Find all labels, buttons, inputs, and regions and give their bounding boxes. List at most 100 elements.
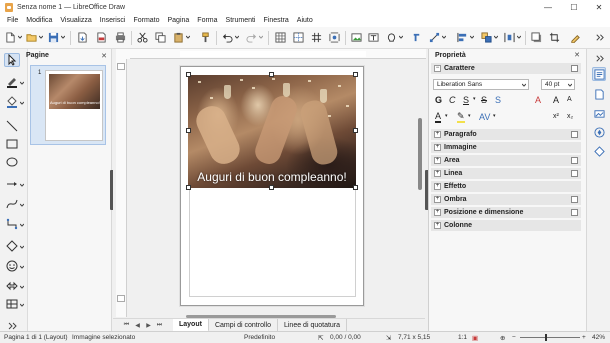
section-immagine[interactable]: + Immagine bbox=[431, 142, 581, 153]
italic-icon[interactable]: C bbox=[449, 95, 456, 105]
minimize-button[interactable]: — bbox=[535, 0, 561, 14]
chevron-down-icon[interactable] bbox=[568, 83, 572, 87]
expand-icon[interactable]: + bbox=[434, 196, 441, 203]
chevron-down-icon[interactable] bbox=[20, 245, 24, 249]
resize-handle[interactable] bbox=[186, 128, 191, 133]
display-grid-icon[interactable] bbox=[274, 31, 287, 44]
menu-visualizza[interactable]: Visualizza bbox=[56, 17, 95, 24]
expand-icon[interactable]: + bbox=[434, 170, 441, 177]
ellipse-tool-icon[interactable] bbox=[4, 155, 20, 169]
zoom-pan-icon[interactable] bbox=[328, 31, 341, 44]
close-button[interactable]: ✕ bbox=[586, 0, 610, 14]
zoom-out-icon[interactable]: − bbox=[512, 334, 516, 341]
chevron-down-icon[interactable] bbox=[18, 35, 22, 39]
navigator-deck-icon[interactable] bbox=[592, 125, 606, 139]
resize-handle[interactable] bbox=[186, 72, 191, 77]
shadow-text-icon[interactable]: S bbox=[495, 95, 501, 105]
highlight-color-icon[interactable]: ✎ bbox=[457, 112, 465, 123]
block-arrows-icon[interactable] bbox=[4, 279, 20, 293]
chevron-down-icon[interactable]: ▾ bbox=[493, 113, 496, 119]
chevron-down-icon[interactable] bbox=[61, 35, 65, 39]
section-colonne[interactable]: + Colonne bbox=[431, 220, 581, 231]
export-icon[interactable] bbox=[76, 31, 89, 44]
curve-tool-icon[interactable] bbox=[4, 197, 20, 211]
chevron-down-icon[interactable] bbox=[20, 203, 24, 207]
zoom-slider-thumb[interactable] bbox=[545, 334, 547, 341]
chevron-down-icon[interactable] bbox=[20, 101, 24, 105]
more-toolbar-icon[interactable] bbox=[593, 31, 606, 44]
insert-fontwork-icon[interactable] bbox=[410, 31, 423, 44]
insert-special-character-icon[interactable] bbox=[385, 31, 398, 44]
more-options-icon[interactable] bbox=[571, 131, 578, 138]
more-options-icon[interactable] bbox=[571, 170, 578, 177]
expand-icon[interactable]: + bbox=[434, 131, 441, 138]
clear-formatting-icon[interactable]: A bbox=[535, 95, 541, 105]
clone-formatting-icon[interactable] bbox=[199, 31, 212, 44]
ruler-bottom-marker[interactable] bbox=[117, 295, 125, 302]
horizontal-ruler[interactable] bbox=[130, 49, 426, 59]
tab-campi-di-controllo[interactable]: Campi di controllo bbox=[209, 318, 278, 332]
page-deck-icon[interactable] bbox=[592, 87, 606, 101]
menu-finestra[interactable]: Finestra bbox=[260, 17, 293, 24]
fill-color-icon[interactable] bbox=[4, 95, 20, 109]
menu-inserisci[interactable]: Inserisci bbox=[96, 17, 130, 24]
expand-icon[interactable]: + bbox=[434, 183, 441, 190]
section-effetto[interactable]: + Effetto bbox=[431, 181, 581, 192]
line-tool-icon[interactable] bbox=[4, 119, 20, 133]
section-ombra[interactable]: + Ombra bbox=[431, 194, 581, 205]
layout-status[interactable]: Predefinito bbox=[244, 334, 275, 341]
chevron-down-icon[interactable]: ▾ bbox=[473, 96, 476, 102]
undo-icon[interactable] bbox=[221, 31, 234, 44]
flowchart-icon[interactable] bbox=[4, 297, 20, 311]
decrease-font-icon[interactable]: A bbox=[567, 96, 572, 103]
chevron-down-icon[interactable] bbox=[517, 35, 521, 39]
menu-strumenti[interactable]: Strumenti bbox=[222, 17, 260, 24]
show-draw-functions-icon[interactable] bbox=[569, 31, 582, 44]
zoom-in-icon[interactable]: + bbox=[582, 334, 586, 341]
chevron-down-icon[interactable] bbox=[494, 35, 498, 39]
last-tab-button[interactable]: ⏭ bbox=[154, 322, 165, 329]
save-icon[interactable] bbox=[47, 31, 60, 44]
chevron-down-icon[interactable] bbox=[20, 265, 24, 269]
vertical-ruler[interactable] bbox=[116, 59, 127, 317]
shadow-icon[interactable] bbox=[530, 31, 543, 44]
increase-font-icon[interactable]: A bbox=[553, 95, 559, 105]
chevron-down-icon[interactable] bbox=[442, 35, 446, 39]
resize-handle[interactable] bbox=[269, 72, 274, 77]
zoom-level[interactable]: 42% bbox=[592, 334, 605, 341]
resize-handle[interactable] bbox=[269, 185, 274, 190]
character-spacing-icon[interactable]: AV bbox=[479, 112, 490, 122]
page-thumbnail[interactable]: 1 Auguri di buon compleanno! bbox=[30, 65, 106, 145]
redo-icon[interactable] bbox=[245, 31, 258, 44]
cut-icon[interactable] bbox=[136, 31, 149, 44]
previous-tab-button[interactable]: ◀ bbox=[132, 322, 143, 329]
rectangle-tool-icon[interactable] bbox=[4, 137, 20, 151]
copy-icon[interactable] bbox=[154, 31, 167, 44]
symbol-shapes-icon[interactable] bbox=[4, 259, 20, 273]
lines-arrows-icon[interactable] bbox=[4, 177, 20, 191]
chevron-down-icon[interactable] bbox=[522, 83, 526, 87]
snap-grid-icon[interactable] bbox=[310, 31, 323, 44]
section-posizione-e-dimensione[interactable]: + Posizione e dimensione bbox=[431, 207, 581, 218]
section-carattere[interactable]: − Carattere bbox=[431, 63, 581, 74]
document-modified-icon[interactable]: ▣ bbox=[472, 334, 478, 342]
chevron-down-icon[interactable] bbox=[20, 303, 24, 307]
chevron-down-icon[interactable] bbox=[186, 35, 190, 39]
tab-linee-di-quotatura[interactable]: Linee di quotatura bbox=[278, 318, 348, 332]
section-linea[interactable]: + Linea bbox=[431, 168, 581, 179]
distribute-icon[interactable] bbox=[503, 31, 516, 44]
chevron-down-icon[interactable]: ▾ bbox=[445, 113, 448, 119]
zoom-slider[interactable] bbox=[520, 337, 580, 338]
more-options-icon[interactable] bbox=[571, 209, 578, 216]
menu-file[interactable]: File bbox=[3, 17, 22, 24]
close-icon[interactable]: ✕ bbox=[574, 51, 580, 59]
menu-pagina[interactable]: Pagina bbox=[164, 17, 194, 24]
expand-icon[interactable]: + bbox=[434, 157, 441, 164]
more-options-icon[interactable] bbox=[571, 157, 578, 164]
menu-forma[interactable]: Forma bbox=[193, 17, 221, 24]
line-color-icon[interactable] bbox=[4, 75, 20, 89]
chevron-down-icon[interactable] bbox=[39, 35, 43, 39]
subscript-icon[interactable]: x₂ bbox=[567, 113, 573, 120]
chevron-down-icon[interactable]: ▾ bbox=[468, 113, 471, 119]
menu-modifica[interactable]: Modifica bbox=[22, 17, 56, 24]
